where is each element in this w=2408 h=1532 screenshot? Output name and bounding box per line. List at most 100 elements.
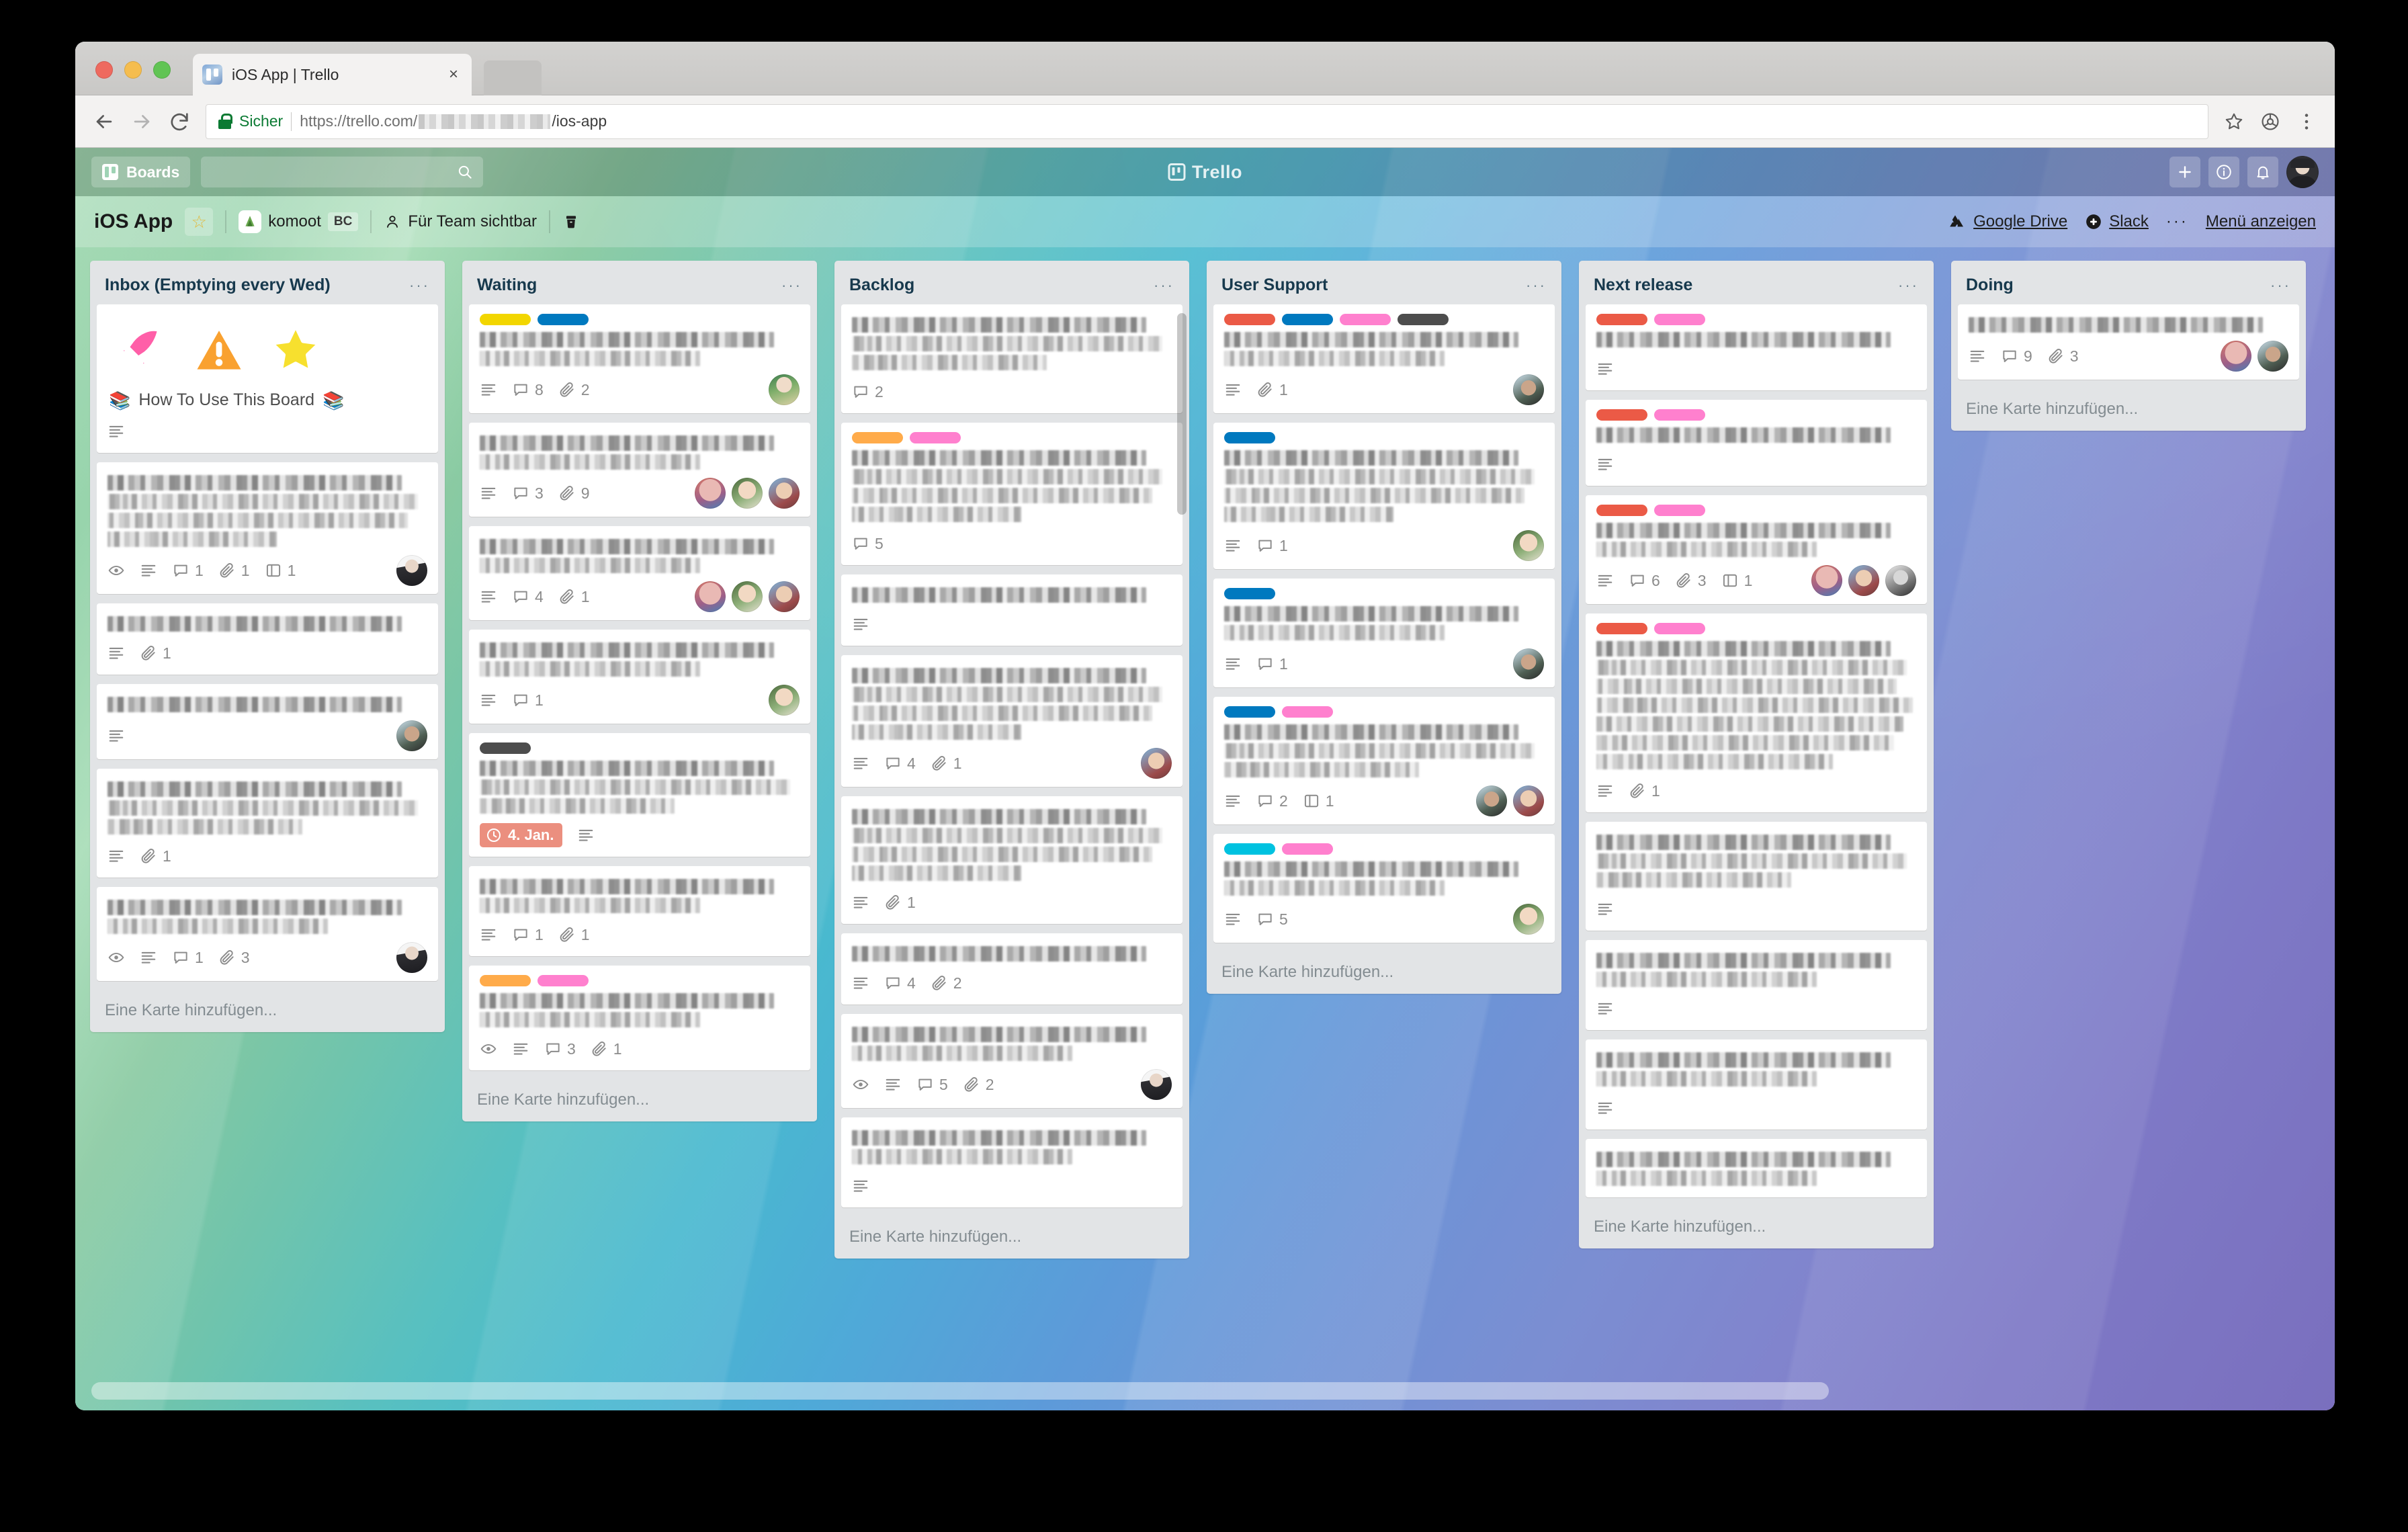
avatar[interactable] xyxy=(695,581,726,612)
avatar[interactable] xyxy=(1848,565,1879,596)
card-label-pink[interactable] xyxy=(1654,505,1705,516)
close-icon[interactable]: × xyxy=(445,67,462,83)
card[interactable]: 1 xyxy=(1213,579,1555,687)
list-menu-icon[interactable]: ··· xyxy=(2270,278,2291,293)
list-title[interactable]: Inbox (Emptying every Wed) xyxy=(105,275,409,295)
address-bar[interactable]: Sicher https://trello.com/ /ios-app xyxy=(206,103,2208,139)
list-inbox-emptying-every-wed[interactable]: Inbox (Emptying every Wed) ··· 📚 How To Use… xyxy=(90,261,445,1032)
card-label-blue[interactable] xyxy=(1224,706,1275,718)
extension-icon[interactable] xyxy=(2260,111,2281,132)
list-title[interactable]: Waiting xyxy=(477,275,781,295)
reload-icon[interactable] xyxy=(168,110,191,133)
list-doing[interactable]: Doing ··· 9 3 Eine Karte hinzufügen... xyxy=(1951,261,2306,431)
list-title[interactable]: Next release xyxy=(1594,275,1898,295)
archive-icon[interactable] xyxy=(562,213,580,230)
card[interactable]: 31 xyxy=(469,966,810,1070)
card[interactable] xyxy=(1586,400,1927,486)
avatar[interactable] xyxy=(769,685,800,716)
avatar[interactable] xyxy=(1513,530,1544,561)
card-label-red[interactable] xyxy=(1596,409,1647,421)
card[interactable]: 2 xyxy=(841,304,1182,413)
board-horizontal-scrollbar[interactable] xyxy=(91,1382,2319,1400)
card-label-orange[interactable] xyxy=(480,975,531,986)
add-card-button[interactable]: Eine Karte hinzufügen... xyxy=(1579,1207,1934,1242)
card[interactable] xyxy=(1586,1039,1927,1130)
card[interactable]: 📚 How To Use This Board 📚 xyxy=(97,304,438,453)
add-button[interactable] xyxy=(2169,157,2200,187)
card[interactable]: 1 xyxy=(469,630,810,724)
card[interactable] xyxy=(97,684,438,759)
card-label-red[interactable] xyxy=(1596,314,1647,325)
card-label-blue[interactable] xyxy=(1224,588,1275,599)
card[interactable] xyxy=(1586,940,1927,1030)
card[interactable]: 11 xyxy=(469,866,810,956)
star-icon[interactable] xyxy=(2223,111,2245,132)
avatar[interactable] xyxy=(769,478,800,509)
avatar[interactable] xyxy=(1141,748,1172,779)
more-options-icon[interactable]: ··· xyxy=(2166,214,2188,230)
list-vertical-scrollbar[interactable] xyxy=(1177,313,1187,515)
avatar[interactable] xyxy=(396,720,427,751)
info-button[interactable] xyxy=(2208,157,2239,187)
add-card-button[interactable]: Eine Karte hinzufügen... xyxy=(90,990,445,1025)
board-lists-container[interactable]: Inbox (Emptying every Wed) ··· 📚 How To Use… xyxy=(75,247,2335,1410)
avatar[interactable] xyxy=(396,942,427,973)
card[interactable]: 4. Jan. xyxy=(469,733,810,857)
list-menu-icon[interactable]: ··· xyxy=(1898,278,1919,293)
team-button[interactable]: komoot BC xyxy=(239,210,359,233)
card[interactable]: 1 xyxy=(97,603,438,675)
card-label-blue[interactable] xyxy=(538,314,589,325)
list-title[interactable]: Doing xyxy=(1966,275,2270,295)
avatar[interactable] xyxy=(1513,374,1544,405)
list-menu-icon[interactable]: ··· xyxy=(1154,278,1174,293)
avatar[interactable] xyxy=(2258,341,2288,372)
list-menu-icon[interactable]: ··· xyxy=(1526,278,1547,293)
scrollbar-thumb[interactable] xyxy=(91,1382,1829,1400)
avatar[interactable] xyxy=(769,374,800,405)
card-label-black[interactable] xyxy=(1398,314,1449,325)
avatar[interactable] xyxy=(1476,785,1507,816)
card[interactable]: 5 xyxy=(1213,834,1555,943)
card-label-pink[interactable] xyxy=(910,432,961,443)
due-date-badge[interactable]: 4. Jan. xyxy=(480,823,563,847)
card[interactable]: 1 xyxy=(841,796,1182,924)
card[interactable]: 93 xyxy=(1958,304,2299,380)
card[interactable]: 1 1 1 xyxy=(97,462,438,594)
add-card-button[interactable]: Eine Karte hinzufügen... xyxy=(1207,952,1561,987)
maximize-window-button[interactable] xyxy=(153,61,171,79)
card-label-red[interactable] xyxy=(1224,314,1275,325)
card-label-red[interactable] xyxy=(1596,623,1647,634)
avatar[interactable] xyxy=(2286,156,2319,188)
back-arrow-icon[interactable] xyxy=(93,110,116,133)
card[interactable]: 82 xyxy=(469,304,810,413)
card[interactable]: 41 xyxy=(469,526,810,620)
list-backlog[interactable]: Backlog ··· 2 5 4 1 1 4 2 5 2 Eine Karte hinzufügen… xyxy=(834,261,1189,1259)
add-card-button[interactable]: Eine Karte hinzufügen... xyxy=(834,1217,1189,1252)
slack-link[interactable]: Slack xyxy=(2085,212,2149,231)
card[interactable]: 5 xyxy=(841,423,1182,565)
card-label-pink[interactable] xyxy=(1340,314,1391,325)
card[interactable] xyxy=(1586,822,1927,931)
avatar[interactable] xyxy=(769,581,800,612)
card[interactable]: 52 xyxy=(841,1014,1182,1108)
card[interactable]: 42 xyxy=(841,933,1182,1005)
avatar[interactable] xyxy=(1141,1069,1172,1100)
card-label-pink[interactable] xyxy=(1282,843,1333,855)
avatar[interactable] xyxy=(1885,565,1916,596)
card[interactable]: 41 xyxy=(841,655,1182,787)
card-label-yellow[interactable] xyxy=(480,314,531,325)
list-title[interactable]: User Support xyxy=(1221,275,1526,295)
avatar[interactable] xyxy=(1811,565,1842,596)
show-menu-button[interactable]: Menü anzeigen xyxy=(2206,212,2316,231)
card[interactable]: 1 xyxy=(97,769,438,878)
avatar[interactable] xyxy=(732,478,763,509)
list-next-release[interactable]: Next release ··· 6 3 1 1 Eine Karte hinzufügen… xyxy=(1579,261,1934,1248)
star-icon[interactable]: ☆ xyxy=(185,208,214,236)
boards-button[interactable]: Boards xyxy=(91,157,191,187)
avatar[interactable] xyxy=(1513,785,1544,816)
browser-tab[interactable]: iOS App | Trello × xyxy=(193,54,472,95)
list-waiting[interactable]: Waiting ··· 8 2 3 9 4 1 1 4. Jan. 1 1 3 1 Eine Karte h… xyxy=(462,261,817,1121)
avatar[interactable] xyxy=(2221,341,2251,372)
new-tab-button[interactable] xyxy=(484,60,542,95)
avatar[interactable] xyxy=(695,478,726,509)
